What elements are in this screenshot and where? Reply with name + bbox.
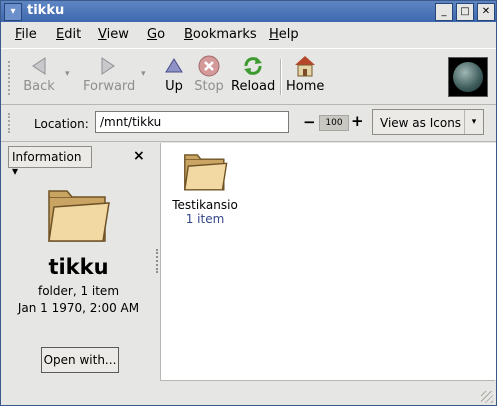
- menu-help[interactable]: Help: [269, 27, 299, 42]
- toolbar: Back ▾ Forward ▾ Up Stop Reload Home: [1, 48, 496, 105]
- home-icon: [286, 52, 324, 79]
- folder-icon: [169, 149, 241, 196]
- back-label: Back: [23, 79, 55, 94]
- folder-item[interactable]: Testikansio 1 item: [169, 149, 241, 226]
- selected-item-date: Jan 1 1970, 2:00 AM: [17, 301, 140, 315]
- close-side-pane-icon[interactable]: ×: [133, 148, 145, 164]
- status-bar: [160, 380, 495, 405]
- up-label: Up: [165, 79, 183, 94]
- zoom-out-button[interactable]: −: [303, 113, 316, 131]
- zoom-in-button[interactable]: +: [351, 112, 364, 130]
- window-resize-grip[interactable]: [481, 391, 493, 403]
- throbber-orb-icon: [453, 62, 483, 92]
- file-view[interactable]: Testikansio 1 item: [160, 143, 496, 380]
- menu-bar: File Edit View Go Bookmarks Help: [1, 22, 496, 46]
- location-bar-grip[interactable]: [8, 113, 12, 133]
- reload-label: Reload: [231, 79, 276, 94]
- forward-arrow-icon: [83, 52, 133, 79]
- menu-bookmarks[interactable]: Bookmarks: [184, 27, 257, 42]
- folder-item-name: Testikansio: [172, 198, 238, 212]
- home-label: Home: [286, 79, 325, 94]
- window-title: tikku: [27, 3, 65, 18]
- maximize-button[interactable]: □: [456, 3, 474, 21]
- close-window-button[interactable]: ✕: [477, 3, 495, 21]
- window-menu-button[interactable]: ▾: [4, 3, 22, 21]
- toolbar-grip[interactable]: [8, 61, 12, 95]
- stop-button[interactable]: Stop: [193, 52, 225, 94]
- location-bar: Location: /mnt/tikku − 100 + View as Ico…: [1, 105, 496, 142]
- menu-go[interactable]: Go: [147, 27, 165, 42]
- folder-item-count: 1 item: [185, 212, 225, 226]
- back-button[interactable]: Back: [21, 52, 57, 94]
- back-arrow-icon: [21, 52, 57, 79]
- reload-icon: [231, 52, 275, 79]
- side-pane-type-select[interactable]: Information ▾: [8, 146, 92, 178]
- selected-item-name: tikku: [48, 255, 109, 279]
- minimize-button[interactable]: _: [435, 3, 453, 21]
- activity-throbber: [448, 57, 488, 97]
- view-as-select[interactable]: View as Icons ▾: [372, 109, 484, 135]
- up-button[interactable]: Up: [161, 52, 187, 94]
- menu-edit[interactable]: Edit: [56, 27, 81, 42]
- forward-history-dropdown-icon[interactable]: ▾: [141, 69, 146, 79]
- location-input[interactable]: /mnt/tikku: [95, 111, 289, 133]
- open-with-button[interactable]: Open with...: [41, 347, 119, 373]
- up-arrow-icon: [161, 52, 187, 79]
- home-button[interactable]: Home: [286, 52, 324, 94]
- location-label: Location:: [34, 117, 89, 131]
- menu-view[interactable]: View: [98, 27, 129, 42]
- stop-label: Stop: [194, 79, 224, 94]
- toolbar-separator: [280, 59, 282, 95]
- file-manager-window: ▾ tikku _ □ ✕ File Edit View Go Bookmark…: [0, 0, 497, 406]
- zoom-level[interactable]: 100: [319, 115, 349, 131]
- reload-button[interactable]: Reload: [231, 52, 275, 94]
- chevron-down-icon: ▾: [464, 110, 483, 134]
- forward-button[interactable]: Forward: [83, 52, 136, 94]
- folder-icon: [45, 183, 111, 248]
- forward-label: Forward: [83, 79, 136, 94]
- stop-icon: [193, 52, 225, 79]
- side-pane: Information ▾ × tikku folder, 1 item Jan…: [1, 143, 156, 405]
- back-history-dropdown-icon[interactable]: ▾: [65, 69, 70, 79]
- selected-item-type: folder, 1 item: [37, 284, 120, 298]
- menu-file[interactable]: File: [15, 27, 37, 42]
- view-as-label: View as Icons: [380, 116, 462, 130]
- title-bar[interactable]: ▾ tikku _ □ ✕: [1, 1, 496, 22]
